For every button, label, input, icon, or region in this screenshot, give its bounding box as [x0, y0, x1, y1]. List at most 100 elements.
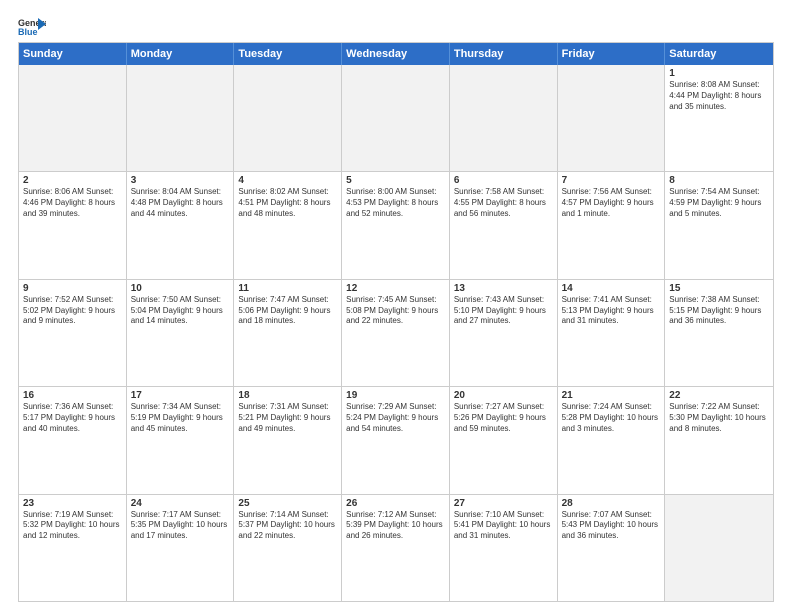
day-number: 12 [346, 283, 445, 294]
day-number: 19 [346, 390, 445, 401]
day-number: 25 [238, 498, 337, 509]
day-info: Sunrise: 7:45 AM Sunset: 5:08 PM Dayligh… [346, 295, 445, 327]
day-info: Sunrise: 8:06 AM Sunset: 4:46 PM Dayligh… [23, 187, 122, 219]
calendar-cell [234, 65, 342, 171]
calendar-cell: 15Sunrise: 7:38 AM Sunset: 5:15 PM Dayli… [665, 280, 773, 386]
calendar: SundayMondayTuesdayWednesdayThursdayFrid… [18, 42, 774, 602]
day-info: Sunrise: 7:41 AM Sunset: 5:13 PM Dayligh… [562, 295, 661, 327]
calendar-cell: 19Sunrise: 7:29 AM Sunset: 5:24 PM Dayli… [342, 387, 450, 493]
calendar-cell [450, 65, 558, 171]
calendar-cell: 11Sunrise: 7:47 AM Sunset: 5:06 PM Dayli… [234, 280, 342, 386]
day-info: Sunrise: 7:29 AM Sunset: 5:24 PM Dayligh… [346, 402, 445, 434]
calendar-cell [19, 65, 127, 171]
calendar-cell: 4Sunrise: 8:02 AM Sunset: 4:51 PM Daylig… [234, 172, 342, 278]
day-number: 6 [454, 175, 553, 186]
day-number: 21 [562, 390, 661, 401]
calendar-cell: 14Sunrise: 7:41 AM Sunset: 5:13 PM Dayli… [558, 280, 666, 386]
header-day-wednesday: Wednesday [342, 43, 450, 65]
day-number: 27 [454, 498, 553, 509]
calendar-cell: 26Sunrise: 7:12 AM Sunset: 5:39 PM Dayli… [342, 495, 450, 601]
day-info: Sunrise: 7:24 AM Sunset: 5:28 PM Dayligh… [562, 402, 661, 434]
logo-icon: General Blue [18, 16, 46, 36]
day-info: Sunrise: 8:08 AM Sunset: 4:44 PM Dayligh… [669, 80, 769, 112]
calendar-cell: 24Sunrise: 7:17 AM Sunset: 5:35 PM Dayli… [127, 495, 235, 601]
calendar-row-2: 9Sunrise: 7:52 AM Sunset: 5:02 PM Daylig… [19, 279, 773, 386]
calendar-row-1: 2Sunrise: 8:06 AM Sunset: 4:46 PM Daylig… [19, 171, 773, 278]
calendar-cell: 5Sunrise: 8:00 AM Sunset: 4:53 PM Daylig… [342, 172, 450, 278]
calendar-cell: 10Sunrise: 7:50 AM Sunset: 5:04 PM Dayli… [127, 280, 235, 386]
day-info: Sunrise: 7:56 AM Sunset: 4:57 PM Dayligh… [562, 187, 661, 219]
day-info: Sunrise: 7:52 AM Sunset: 5:02 PM Dayligh… [23, 295, 122, 327]
day-info: Sunrise: 7:58 AM Sunset: 4:55 PM Dayligh… [454, 187, 553, 219]
calendar-cell: 8Sunrise: 7:54 AM Sunset: 4:59 PM Daylig… [665, 172, 773, 278]
header-day-thursday: Thursday [450, 43, 558, 65]
calendar-cell: 12Sunrise: 7:45 AM Sunset: 5:08 PM Dayli… [342, 280, 450, 386]
day-info: Sunrise: 7:27 AM Sunset: 5:26 PM Dayligh… [454, 402, 553, 434]
header-day-monday: Monday [127, 43, 235, 65]
calendar-row-4: 23Sunrise: 7:19 AM Sunset: 5:32 PM Dayli… [19, 494, 773, 601]
day-info: Sunrise: 7:34 AM Sunset: 5:19 PM Dayligh… [131, 402, 230, 434]
calendar-cell: 6Sunrise: 7:58 AM Sunset: 4:55 PM Daylig… [450, 172, 558, 278]
calendar-cell: 21Sunrise: 7:24 AM Sunset: 5:28 PM Dayli… [558, 387, 666, 493]
header-day-friday: Friday [558, 43, 666, 65]
day-info: Sunrise: 7:07 AM Sunset: 5:43 PM Dayligh… [562, 510, 661, 542]
calendar-cell: 13Sunrise: 7:43 AM Sunset: 5:10 PM Dayli… [450, 280, 558, 386]
day-number: 4 [238, 175, 337, 186]
calendar-cell: 20Sunrise: 7:27 AM Sunset: 5:26 PM Dayli… [450, 387, 558, 493]
page: General Blue SundayMondayTuesdayWednesda… [0, 0, 792, 612]
day-number: 1 [669, 68, 769, 79]
day-info: Sunrise: 7:47 AM Sunset: 5:06 PM Dayligh… [238, 295, 337, 327]
day-number: 3 [131, 175, 230, 186]
day-number: 14 [562, 283, 661, 294]
day-number: 26 [346, 498, 445, 509]
calendar-header: SundayMondayTuesdayWednesdayThursdayFrid… [19, 43, 773, 65]
calendar-cell: 22Sunrise: 7:22 AM Sunset: 5:30 PM Dayli… [665, 387, 773, 493]
header-day-tuesday: Tuesday [234, 43, 342, 65]
calendar-cell [558, 65, 666, 171]
day-number: 23 [23, 498, 122, 509]
calendar-cell: 3Sunrise: 8:04 AM Sunset: 4:48 PM Daylig… [127, 172, 235, 278]
day-number: 20 [454, 390, 553, 401]
day-number: 28 [562, 498, 661, 509]
calendar-cell [342, 65, 450, 171]
calendar-row-3: 16Sunrise: 7:36 AM Sunset: 5:17 PM Dayli… [19, 386, 773, 493]
calendar-cell: 18Sunrise: 7:31 AM Sunset: 5:21 PM Dayli… [234, 387, 342, 493]
calendar-cell [127, 65, 235, 171]
day-info: Sunrise: 7:17 AM Sunset: 5:35 PM Dayligh… [131, 510, 230, 542]
day-info: Sunrise: 7:12 AM Sunset: 5:39 PM Dayligh… [346, 510, 445, 542]
day-number: 11 [238, 283, 337, 294]
day-info: Sunrise: 7:31 AM Sunset: 5:21 PM Dayligh… [238, 402, 337, 434]
day-number: 8 [669, 175, 769, 186]
day-info: Sunrise: 7:14 AM Sunset: 5:37 PM Dayligh… [238, 510, 337, 542]
day-number: 22 [669, 390, 769, 401]
day-number: 10 [131, 283, 230, 294]
header-day-sunday: Sunday [19, 43, 127, 65]
calendar-cell [665, 495, 773, 601]
day-info: Sunrise: 7:36 AM Sunset: 5:17 PM Dayligh… [23, 402, 122, 434]
calendar-cell: 9Sunrise: 7:52 AM Sunset: 5:02 PM Daylig… [19, 280, 127, 386]
day-number: 17 [131, 390, 230, 401]
day-number: 24 [131, 498, 230, 509]
calendar-cell: 7Sunrise: 7:56 AM Sunset: 4:57 PM Daylig… [558, 172, 666, 278]
svg-text:Blue: Blue [18, 27, 38, 36]
day-number: 9 [23, 283, 122, 294]
day-number: 13 [454, 283, 553, 294]
day-number: 15 [669, 283, 769, 294]
day-info: Sunrise: 7:43 AM Sunset: 5:10 PM Dayligh… [454, 295, 553, 327]
calendar-cell: 17Sunrise: 7:34 AM Sunset: 5:19 PM Dayli… [127, 387, 235, 493]
calendar-cell: 23Sunrise: 7:19 AM Sunset: 5:32 PM Dayli… [19, 495, 127, 601]
day-info: Sunrise: 7:54 AM Sunset: 4:59 PM Dayligh… [669, 187, 769, 219]
day-info: Sunrise: 7:19 AM Sunset: 5:32 PM Dayligh… [23, 510, 122, 542]
day-number: 5 [346, 175, 445, 186]
day-info: Sunrise: 7:10 AM Sunset: 5:41 PM Dayligh… [454, 510, 553, 542]
calendar-body: 1Sunrise: 8:08 AM Sunset: 4:44 PM Daylig… [19, 65, 773, 601]
day-info: Sunrise: 7:38 AM Sunset: 5:15 PM Dayligh… [669, 295, 769, 327]
calendar-cell: 28Sunrise: 7:07 AM Sunset: 5:43 PM Dayli… [558, 495, 666, 601]
day-number: 2 [23, 175, 122, 186]
day-number: 18 [238, 390, 337, 401]
calendar-row-0: 1Sunrise: 8:08 AM Sunset: 4:44 PM Daylig… [19, 65, 773, 171]
calendar-cell: 1Sunrise: 8:08 AM Sunset: 4:44 PM Daylig… [665, 65, 773, 171]
calendar-cell: 25Sunrise: 7:14 AM Sunset: 5:37 PM Dayli… [234, 495, 342, 601]
calendar-cell: 27Sunrise: 7:10 AM Sunset: 5:41 PM Dayli… [450, 495, 558, 601]
day-info: Sunrise: 7:50 AM Sunset: 5:04 PM Dayligh… [131, 295, 230, 327]
